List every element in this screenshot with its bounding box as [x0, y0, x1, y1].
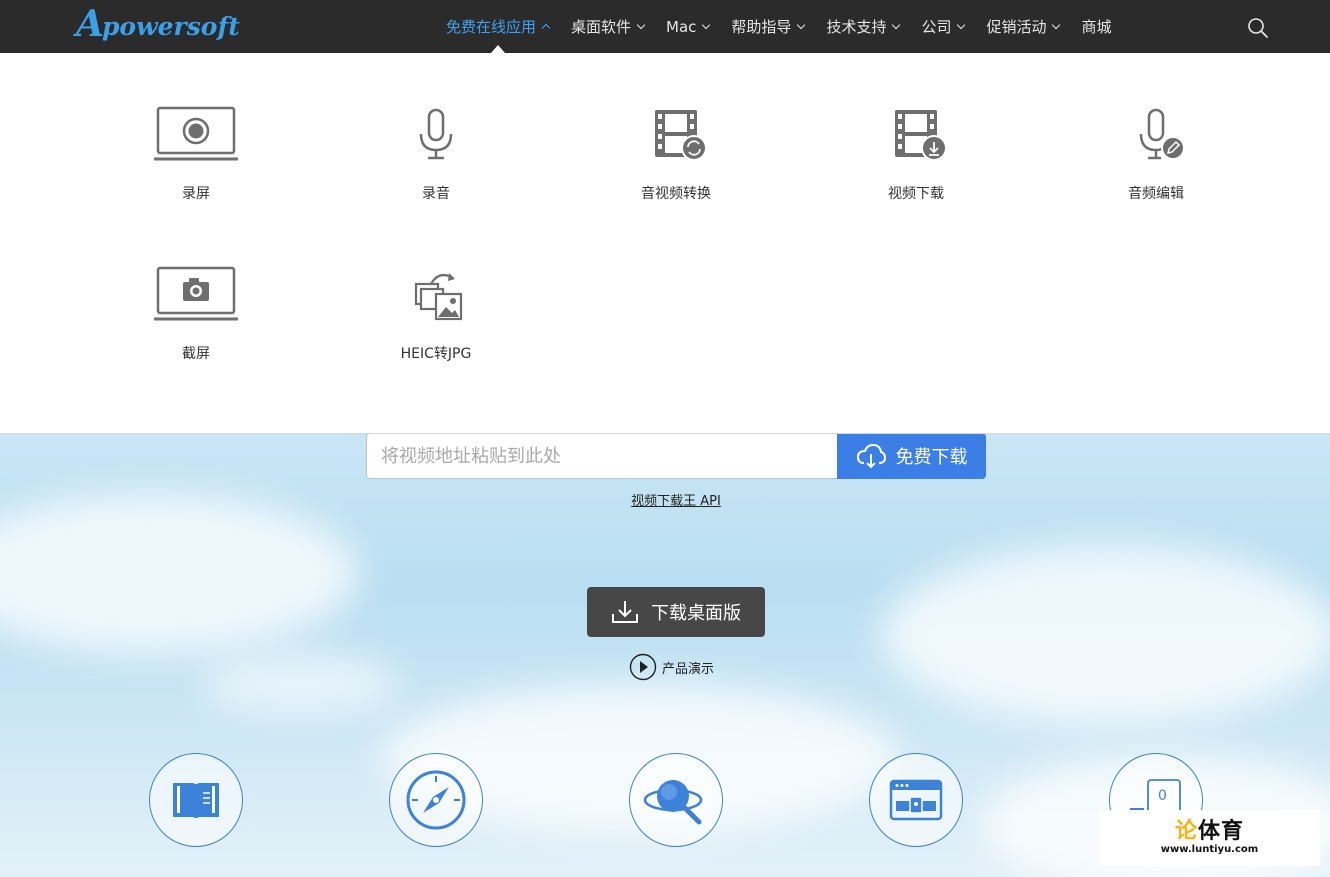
screen-record-icon [154, 106, 238, 161]
app-video-download[interactable]: 视频下载 [836, 100, 996, 203]
nav-item[interactable]: 桌面软件 [571, 0, 646, 53]
download-desktop-button[interactable]: 下载桌面版 [587, 587, 765, 637]
free-download-button[interactable]: 免费下载 [837, 434, 986, 479]
download-desktop-label: 下载桌面版 [651, 603, 741, 624]
download-icon [612, 601, 638, 623]
video-convert-icon [655, 110, 707, 161]
video-url-input[interactable] [366, 434, 838, 479]
watermark-name: 论体育 [1174, 819, 1245, 844]
search-icon[interactable] [1247, 17, 1269, 39]
book-icon [173, 783, 219, 818]
chevron-down-icon [636, 20, 646, 29]
nav-item[interactable]: 免费在线应用 [446, 0, 551, 53]
app-label: HEIC转JPG [400, 346, 472, 362]
site-watermark: 论体育 www.luntiyu.com [1099, 810, 1320, 866]
app-heic-to-jpg[interactable]: HEIC转JPG [356, 260, 516, 363]
nav-item-label: 公司 [921, 18, 952, 36]
logo-letter: A [76, 3, 104, 45]
app-audio-record[interactable]: 录音 [356, 100, 516, 203]
cloud-decoration [880, 544, 1330, 724]
cloud-decoration [200, 654, 400, 714]
nav-item[interactable]: 帮助指导 [731, 0, 806, 53]
nav-item-label: 商城 [1081, 18, 1112, 36]
nav-item-label: 帮助指导 [731, 18, 792, 36]
screenshot-icon [154, 266, 238, 321]
chevron-down-icon [541, 23, 551, 33]
nav-item[interactable]: 技术支持 [826, 0, 901, 53]
product-demo-label: 产品演示 [662, 661, 715, 677]
api-link[interactable]: 视频下载王 API [0, 490, 1330, 509]
microphone-icon [419, 108, 453, 160]
audio-edit-icon [1139, 108, 1185, 160]
nav-item[interactable]: 公司 [921, 0, 966, 53]
video-download-icon [895, 110, 947, 161]
chevron-down-icon [1052, 20, 1061, 29]
product-demo-link[interactable]: 产品演示 [629, 653, 714, 681]
app-video-convert[interactable]: 音视频转换 [596, 100, 756, 203]
app-label: 音视频转换 [641, 186, 711, 202]
cart-count: 0 [1158, 788, 1167, 804]
nav-item-label: 促销活动 [986, 18, 1047, 36]
compass-icon [406, 770, 466, 830]
app-screen-record[interactable]: 录屏 [116, 100, 276, 203]
feature-search[interactable] [629, 753, 723, 847]
chevron-down-icon [892, 20, 901, 29]
app-screenshot[interactable]: 截屏 [116, 260, 276, 363]
nav-item-label: Mac [666, 17, 697, 36]
feature-secure[interactable] [869, 753, 963, 847]
nav-item-label: 免费在线应用 [446, 18, 537, 36]
app-label: 录音 [422, 186, 450, 202]
app-audio-edit[interactable]: 音频编辑 [1076, 100, 1236, 203]
nav-item[interactable]: Mac [666, 0, 711, 53]
free-download-label: 免费下载 [895, 447, 968, 468]
nav-item[interactable]: 促销活动 [986, 0, 1061, 53]
feature-compass[interactable] [389, 753, 483, 847]
cloud-download-icon [856, 443, 886, 469]
nav-menu: 免费在线应用 桌面软件 Mac 帮助指导 技术支持 公司 促销活动 商城 [446, 0, 1134, 53]
app-label: 音频编辑 [1128, 186, 1184, 202]
heic-to-jpg-icon [414, 273, 463, 321]
chevron-down-icon [957, 20, 966, 29]
secure-browser-icon [889, 779, 943, 821]
magnifier-planet-icon [643, 780, 703, 825]
chevron-down-icon [797, 20, 806, 29]
feature-guide[interactable] [149, 753, 243, 847]
nav-item-label: 技术支持 [826, 18, 887, 36]
cloud-decoration [0, 494, 360, 654]
nav-item-label: 桌面软件 [571, 18, 632, 36]
app-label: 视频下载 [888, 186, 944, 202]
watermark-url: www.luntiyu.com [1160, 844, 1259, 855]
chevron-down-icon [702, 20, 711, 29]
hero-section: 免费下载 视频下载王 API 下载桌面版 产品演示 [0, 434, 1330, 877]
top-nav: A powersoft 免费在线应用 桌面软件 Mac 帮助指导 技术支持 公司 促销活动 商… [0, 0, 1330, 53]
online-apps-dropdown: 录屏 录音 音视频转换 视频下载 音频编辑 截屏 HEIC转JPG [0, 53, 1330, 434]
app-label: 截屏 [182, 346, 210, 362]
play-icon [629, 653, 657, 681]
app-label: 录屏 [182, 186, 210, 202]
nav-item[interactable]: 商城 [1081, 0, 1111, 53]
apowersoft-logo[interactable]: A powersoft [76, 2, 240, 44]
logo-text: powersoft [101, 12, 240, 41]
